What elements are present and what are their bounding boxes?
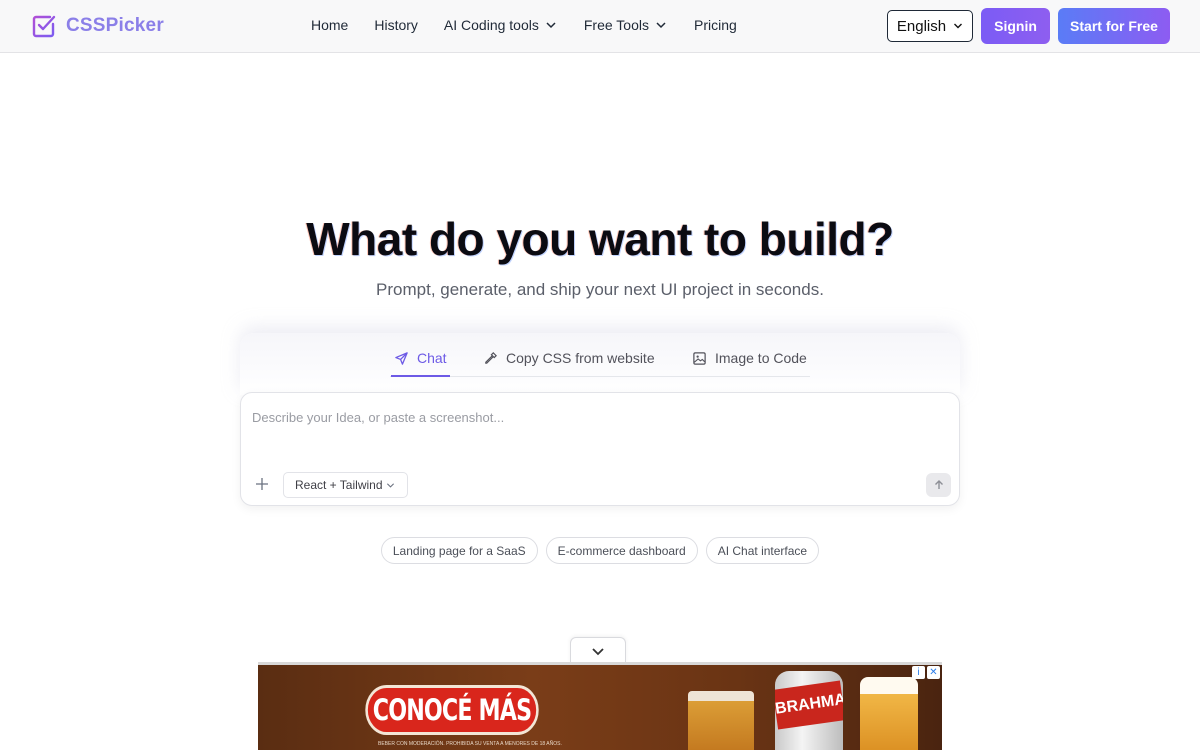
tab-chat-label: Chat: [417, 350, 447, 366]
hero-subtitle: Prompt, generate, and ship your next UI …: [376, 280, 824, 299]
send-button[interactable]: [926, 473, 951, 497]
suggestion-chip[interactable]: E-commerce dashboard: [545, 537, 698, 564]
tab-copy-css[interactable]: Copy CSS from website: [483, 350, 655, 366]
mode-tabs: Chat Copy CSS from website Image to Code: [390, 347, 810, 377]
ad-fine-print: BEBER CON MODERACIÓN. PROHIBIDA SU VENTA…: [378, 741, 562, 747]
eyedropper-icon: [485, 351, 497, 364]
ad-beer-mug-image: [860, 677, 918, 750]
tab-chat[interactable]: Chat: [394, 350, 447, 366]
start-for-free-button[interactable]: Start for Free: [1058, 8, 1170, 44]
nav-ai-coding-tools-label: AI Coding tools: [443, 17, 539, 33]
main-nav: Home History AI Coding tools Free Tools …: [311, 17, 737, 33]
checkbox-logo-icon: [32, 15, 56, 38]
signin-button[interactable]: Signin: [981, 8, 1050, 44]
chevron-down-icon: [656, 22, 666, 29]
prompt-input[interactable]: [252, 405, 942, 429]
image-icon: [693, 351, 706, 365]
language-select-value: English: [896, 17, 947, 35]
nav-pricing[interactable]: Pricing: [694, 17, 737, 33]
nav-home[interactable]: Home: [311, 17, 348, 33]
ad-cta-button[interactable]: CONOCÉ MÁS: [365, 685, 539, 735]
chevron-down-icon: [386, 482, 394, 488]
tab-image-to-code-label: Image to Code: [715, 350, 807, 366]
top-navbar: CSSPicker Home History AI Coding tools F…: [0, 0, 1200, 53]
nav-free-tools[interactable]: Free Tools: [584, 17, 667, 33]
suggestion-chip[interactable]: Landing page for a SaaS: [380, 537, 538, 564]
ad-beer-can-image: BRAHMA: [775, 671, 843, 750]
chevron-down-icon: [546, 22, 556, 29]
ad-beer-glass-image: [688, 691, 754, 750]
tab-image-to-code[interactable]: Image to Code: [692, 350, 807, 366]
tab-copy-css-label: Copy CSS from website: [506, 350, 655, 366]
active-tab-indicator: [391, 375, 450, 377]
ad-can-label: BRAHMA: [775, 680, 843, 730]
hero-title: What do you want to build?: [306, 213, 894, 265]
language-select[interactable]: English: [887, 10, 973, 42]
ad-collapse-toggle[interactable]: [570, 637, 626, 663]
framework-select[interactable]: React + Tailwind: [283, 472, 408, 498]
brand-name: CSSPicker: [66, 15, 164, 36]
nav-history[interactable]: History: [374, 17, 418, 33]
nav-free-tools-label: Free Tools: [583, 17, 649, 33]
framework-select-value: React + Tailwind: [295, 478, 383, 492]
suggestion-chip[interactable]: AI Chat interface: [705, 537, 820, 564]
ad-info-icon[interactable]: i: [912, 666, 925, 679]
send-icon: [395, 351, 408, 365]
suggestion-chips: Landing page for a SaaS E-commerce dashb…: [0, 537, 1200, 564]
arrow-up-icon: [934, 480, 943, 489]
plus-icon[interactable]: [255, 477, 269, 491]
ad-close-icon[interactable]: ✕: [927, 666, 940, 679]
nav-ai-coding-tools[interactable]: AI Coding tools: [444, 17, 557, 33]
brand-logo[interactable]: CSSPicker: [31, 13, 164, 39]
ad-banner[interactable]: CONOCÉ MÁS BEBER CON MODERACIÓN. PROHIBI…: [258, 662, 942, 750]
chevron-down-icon: [954, 23, 963, 29]
prompt-box: React + Tailwind: [240, 392, 960, 506]
chevron-down-icon: [592, 647, 604, 655]
